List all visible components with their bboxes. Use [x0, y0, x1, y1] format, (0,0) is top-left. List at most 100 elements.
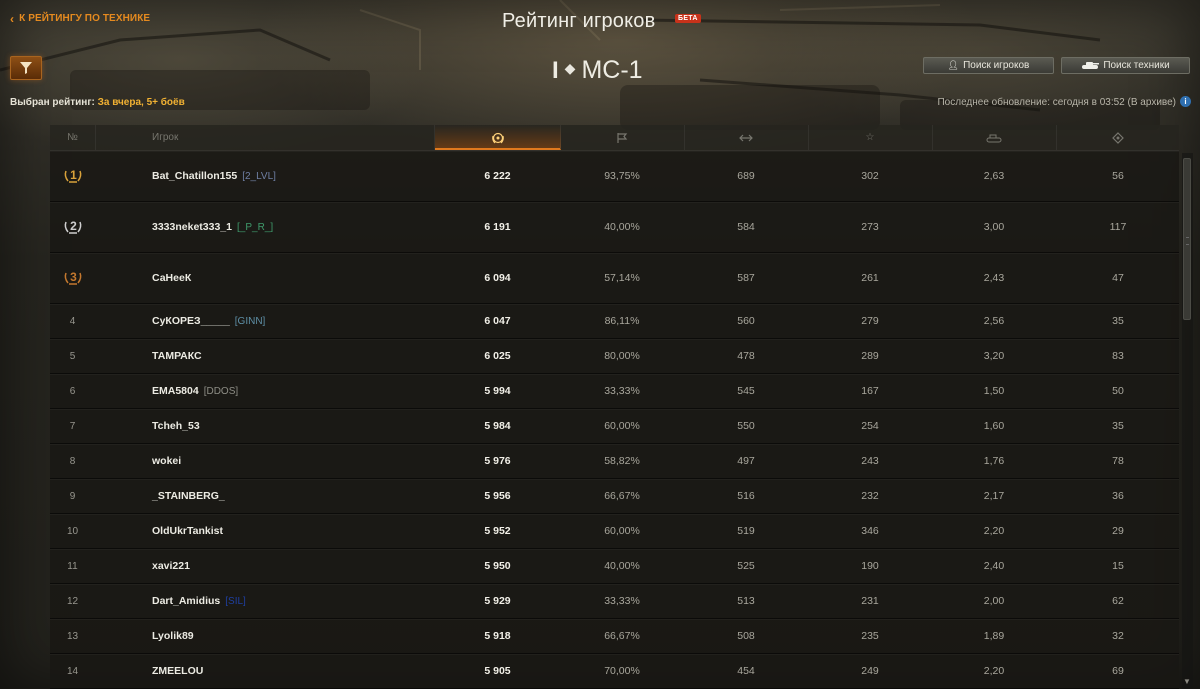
player-name[interactable]: EMA5804 — [152, 385, 199, 397]
row-kills: 1,76 — [983, 455, 1005, 467]
player-name[interactable]: wokei — [152, 455, 181, 467]
player-name[interactable]: СаНееК — [152, 272, 191, 284]
row-spotting: 15 — [1112, 560, 1124, 572]
player-name[interactable]: СуКОРЕЗ_____ — [152, 315, 230, 327]
rank-medal-icon: 1 — [63, 168, 83, 184]
search-vehicles-button[interactable]: Поиск техники — [1061, 57, 1190, 74]
row-rank: 3 — [50, 253, 95, 303]
table-row[interactable]: 7 Tcheh_53 5 984 60,00% 550 254 1,60 35 — [50, 409, 1179, 444]
row-kills: 2,20 — [983, 525, 1005, 537]
row-player[interactable]: Tcheh_53 — [152, 409, 452, 443]
table-header: № Игрок ☆ — [50, 125, 1179, 151]
row-kills: 1,60 — [983, 420, 1005, 432]
experience-star-icon: ☆ — [865, 132, 875, 143]
row-player[interactable]: Dart_Amidius [SIL] — [152, 584, 452, 618]
player-name[interactable]: Dart_Amidius — [152, 595, 220, 607]
row-player[interactable]: wokei — [152, 444, 452, 478]
search-vehicles-label: Поиск техники — [1103, 60, 1170, 71]
row-player[interactable]: _STAINBERG_ — [152, 479, 452, 513]
row-player[interactable]: ZMEELOU — [152, 654, 452, 688]
row-player[interactable]: СуКОРЕЗ_____ [GINN] — [152, 304, 452, 338]
player-name[interactable]: ZMEELOU — [152, 665, 203, 677]
player-name[interactable]: ТАМРАКС — [152, 350, 202, 362]
rank-medal-icon: 3 — [63, 270, 83, 286]
row-kills: 2,43 — [983, 272, 1005, 284]
table-row[interactable]: 12 Dart_Amidius [SIL] 5 929 33,33% 513 231 2,00… — [50, 584, 1179, 619]
table-row[interactable]: 6 EMA5804 [DDOS] 5 994 33,33% 545 167 1,50 50 — [50, 374, 1179, 409]
scroll-down-arrow-icon[interactable]: ▼ — [1183, 677, 1191, 687]
row-experience: 254 — [861, 420, 879, 432]
header-player[interactable]: Игрок — [95, 125, 435, 150]
row-player[interactable]: Lyolik89 — [152, 619, 452, 653]
light-tank-icon: ◆ — [564, 60, 576, 76]
row-spotting: 56 — [1112, 170, 1124, 182]
header-kills[interactable] — [932, 125, 1057, 150]
vehicle-tier: I — [552, 56, 559, 84]
table-row[interactable]: 9 _STAINBERG_ 5 956 66,67% 516 232 2,17 36 — [50, 479, 1179, 514]
row-experience: 167 — [861, 385, 879, 397]
player-name[interactable]: Bat_Chatillon155 — [152, 170, 237, 182]
player-name[interactable]: Lyolik89 — [152, 630, 194, 642]
table-row[interactable]: 13 Lyolik89 5 918 66,67% 508 235 1,89 32 — [50, 619, 1179, 654]
row-rank: 1 — [50, 151, 95, 201]
header-score[interactable] — [435, 125, 561, 150]
row-player[interactable]: 3333neket333_1 [_P_R_] — [152, 202, 452, 252]
back-to-vehicle-rating-link[interactable]: ‹ К РЕЙТИНГУ ПО ТЕХНИКЕ — [10, 13, 150, 25]
row-rank: 8 — [69, 455, 76, 467]
row-score: 5 956 — [484, 490, 511, 502]
row-player[interactable]: СаНееК — [152, 253, 452, 303]
table-row[interactable]: 5 ТАМРАКС 6 025 80,00% 478 289 3,20 83 — [50, 339, 1179, 374]
table-row[interactable]: 4 СуКОРЕЗ_____ [GINN] 6 047 86,11% 560 279 2,56… — [50, 304, 1179, 339]
table-row[interactable]: 11 xavi221 5 950 40,00% 525 190 2,40 15 — [50, 549, 1179, 584]
row-player[interactable]: EMA5804 [DDOS] — [152, 374, 452, 408]
row-damage: 508 — [737, 630, 755, 642]
player-name[interactable]: OldUkrTankist — [152, 525, 223, 537]
table-row[interactable]: 10 OldUkrTankist 5 952 60,00% 519 346 2,20 29 — [50, 514, 1179, 549]
header-rank[interactable]: № — [50, 125, 96, 150]
row-damage: 550 — [737, 420, 755, 432]
clan-tag[interactable]: [SIL] — [225, 596, 246, 607]
row-score: 5 929 — [484, 595, 511, 607]
row-score: 5 905 — [484, 665, 511, 677]
row-spotting: 35 — [1112, 315, 1124, 327]
player-name[interactable]: Tcheh_53 — [152, 420, 200, 432]
row-player[interactable]: xavi221 — [152, 549, 452, 583]
header-damage[interactable] — [684, 125, 809, 150]
row-spotting: 36 — [1112, 490, 1124, 502]
player-name[interactable]: 3333neket333_1 — [152, 221, 232, 233]
row-player[interactable]: ТАМРАКС — [152, 339, 452, 373]
clan-tag[interactable]: [_P_R_] — [237, 222, 273, 233]
row-rank: 10 — [66, 525, 79, 537]
header-win-rate[interactable] — [560, 125, 685, 150]
clan-tag[interactable]: [GINN] — [235, 316, 266, 327]
row-kills: 2,63 — [983, 170, 1005, 182]
row-experience: 243 — [861, 455, 879, 467]
header-spotting[interactable] — [1056, 125, 1180, 150]
row-score: 5 976 — [484, 455, 511, 467]
table-row[interactable]: 2 3333neket333_1 [_P_R_] 6 191 40,00% 584 273 3… — [50, 202, 1179, 253]
player-name[interactable]: _STAINBERG_ — [152, 490, 225, 502]
player-name[interactable]: xavi221 — [152, 560, 190, 572]
row-experience: 261 — [861, 272, 879, 284]
row-win-rate: 60,00% — [604, 420, 640, 432]
row-player[interactable]: Bat_Chatillon155 [2_LVL] — [152, 151, 452, 201]
info-icon[interactable]: i — [1180, 96, 1191, 107]
table-scrollbar[interactable]: ▼ — [1182, 153, 1193, 689]
clan-tag[interactable]: [2_LVL] — [242, 171, 276, 182]
search-players-button[interactable]: 👤︎ Поиск игроков — [923, 57, 1054, 74]
row-experience: 231 — [861, 595, 879, 607]
row-win-rate: 86,11% — [604, 315, 640, 327]
filter-button[interactable] — [10, 56, 42, 80]
table-row[interactable]: 8 wokei 5 976 58,82% 497 243 1,76 78 — [50, 444, 1179, 479]
table-row[interactable]: 3 СаНееК 6 094 57,14% 587 261 2,43 47 — [50, 253, 1179, 304]
row-kills: 1,50 — [983, 385, 1005, 397]
row-kills: 3,20 — [983, 350, 1005, 362]
row-experience: 273 — [861, 221, 879, 233]
table-row[interactable]: 14 ZMEELOU 5 905 70,00% 454 249 2,20 69 — [50, 654, 1179, 689]
row-player[interactable]: OldUkrTankist — [152, 514, 452, 548]
row-rank: 2 — [50, 202, 95, 252]
table-row[interactable]: 1 Bat_Chatillon155 [2_LVL] 6 222 93,75% 689 30… — [50, 151, 1179, 202]
clan-tag[interactable]: [DDOS] — [204, 386, 238, 397]
scrollbar-thumb[interactable] — [1183, 158, 1191, 320]
header-experience[interactable]: ☆ — [808, 125, 933, 150]
